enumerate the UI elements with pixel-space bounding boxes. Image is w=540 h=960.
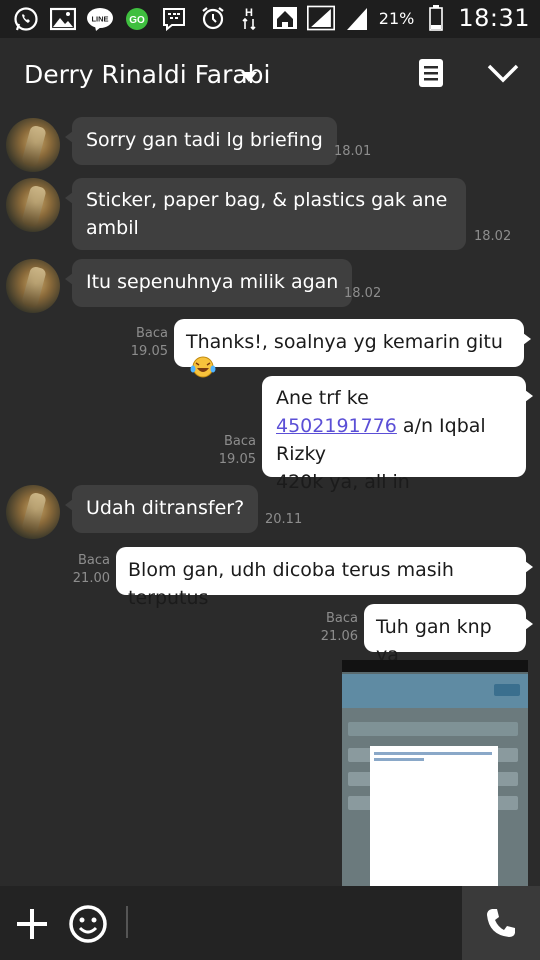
plus-icon[interactable]	[14, 906, 50, 942]
message-text: Thanks!, soalnya yg kemarin gitu	[186, 331, 503, 353]
image-content	[494, 684, 520, 696]
image-content	[374, 758, 424, 761]
incoming-message[interactable]: Sticker, paper bag, & plastics gak ane a…	[65, 178, 466, 250]
image-content	[342, 674, 528, 708]
message-time: 20.11	[265, 512, 303, 527]
outgoing-message[interactable]: Tuh gan knp ya	[364, 604, 533, 666]
message-text: Blom gan, udh dicoba terus masih terputu…	[128, 559, 454, 609]
message-meta: Baca 19.05	[124, 325, 168, 361]
message-text: Udah ditransfer?	[86, 497, 245, 519]
signal-2-icon	[343, 4, 371, 32]
svg-text:GO: GO	[129, 15, 145, 26]
read-status: Baca	[78, 553, 110, 568]
message-meta: Baca 19.05	[210, 433, 256, 469]
screenshot-image-message[interactable]	[342, 660, 528, 886]
message-time: 19.05	[130, 344, 168, 359]
message-time: 21.06	[320, 629, 358, 644]
collapse-icon[interactable]	[486, 62, 522, 90]
chevron-down-icon[interactable]	[240, 68, 258, 87]
notification-icons: LINE GO	[12, 5, 188, 33]
message-input[interactable]	[136, 900, 456, 946]
incoming-message[interactable]: Sorry gan tadi lg briefing	[65, 117, 337, 165]
avatar[interactable]	[6, 259, 60, 313]
clock: 18:31	[458, 4, 530, 32]
input-bar	[0, 886, 540, 960]
image-content	[342, 660, 528, 672]
divider	[126, 906, 128, 938]
alarm-icon	[199, 4, 227, 32]
read-status: Baca	[326, 611, 358, 626]
chat-header: Derry Rinaldi Farabi	[0, 38, 540, 114]
message-line: 420k ya, all in	[276, 471, 410, 493]
image-content	[348, 722, 518, 736]
hspa-data-icon: H	[235, 4, 263, 32]
avatar[interactable]	[6, 118, 60, 172]
battery-percent: 21%	[378, 8, 415, 28]
message-text: Tuh gan knp ya	[376, 616, 492, 666]
outgoing-message[interactable]: Thanks!, soalnya yg kemarin gitu	[174, 319, 531, 378]
bbm-icon	[160, 5, 188, 33]
gallery-icon	[49, 5, 77, 33]
avatar[interactable]	[6, 485, 60, 539]
message-line: 4502191776 a/n Iqbal Rizky	[276, 412, 512, 468]
status-bar: LINE GO H 21% 18:31	[0, 0, 540, 38]
outgoing-message[interactable]: Blom gan, udh dicoba terus masih terputu…	[116, 547, 533, 609]
read-status: Baca	[136, 326, 168, 341]
message-time: 18.02	[474, 229, 512, 244]
chat-title[interactable]: Derry Rinaldi Farabi	[24, 60, 271, 89]
go-sms-icon: GO	[123, 5, 151, 33]
message-text: Sorry gan tadi lg briefing	[86, 129, 323, 151]
notes-icon[interactable]	[418, 58, 446, 90]
incoming-message[interactable]: Udah ditransfer?	[64, 485, 259, 533]
line-icon: LINE	[86, 5, 114, 33]
message-text: Itu sepenuhnya milik agan	[86, 271, 339, 293]
image-content	[374, 752, 492, 755]
message-time: 18.01	[334, 144, 372, 159]
call-button[interactable]	[462, 886, 540, 960]
read-status: Baca	[224, 434, 256, 449]
avatar[interactable]	[6, 178, 60, 232]
battery-icon	[422, 4, 450, 32]
message-time: 21.00	[72, 571, 110, 586]
incoming-message[interactable]: Itu sepenuhnya milik agan	[64, 259, 353, 307]
svg-text:H: H	[245, 7, 253, 19]
signal-icon	[306, 4, 335, 32]
account-number-link[interactable]: 4502191776	[276, 415, 397, 437]
svg-text:LINE: LINE	[91, 15, 108, 24]
smiley-icon[interactable]	[68, 904, 108, 944]
outgoing-message[interactable]: Ane trf ke 4502191776 a/n Iqbal Rizky 42…	[262, 376, 533, 493]
whatsapp-icon	[12, 5, 40, 33]
home-icon	[271, 4, 299, 32]
image-content	[370, 746, 498, 886]
message-time: 18.02	[344, 286, 382, 301]
system-status: H 21% 18:31	[199, 4, 530, 32]
message-meta: Baca 21.00	[66, 552, 110, 588]
phone-icon	[487, 909, 515, 937]
message-text: Sticker, paper bag, & plastics gak ane a…	[86, 189, 448, 239]
message-line: Ane trf ke	[276, 387, 369, 409]
laughing-crying-emoji-icon	[190, 356, 216, 386]
message-meta: Baca 21.06	[314, 610, 358, 646]
message-time: 19.05	[218, 452, 256, 467]
